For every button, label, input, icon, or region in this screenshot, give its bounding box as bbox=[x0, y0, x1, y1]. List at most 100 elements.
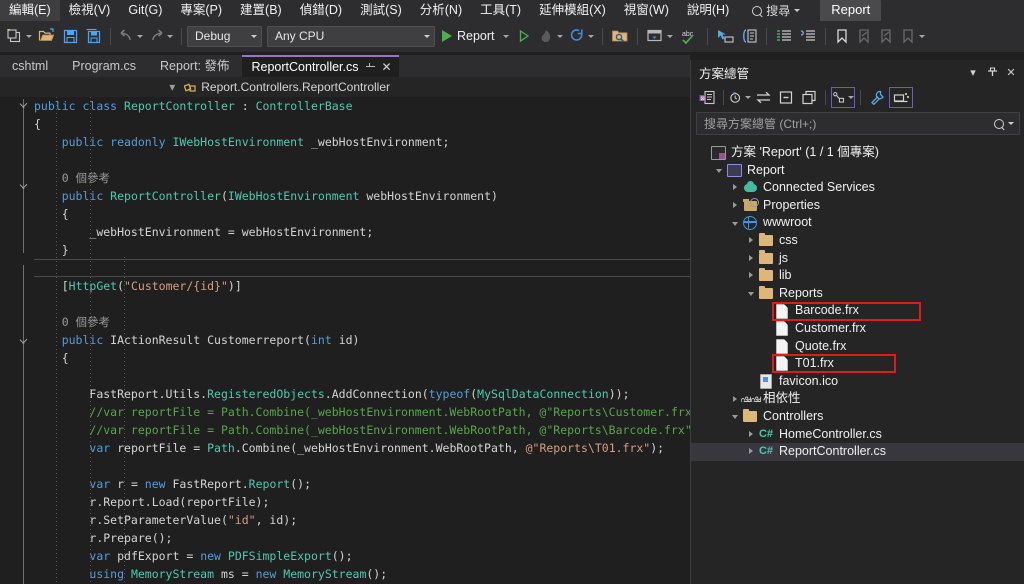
properties-button[interactable] bbox=[866, 87, 888, 108]
hot-reload-button[interactable] bbox=[535, 24, 566, 48]
solution-tree[interactable]: 方案 'Report' (1 / 1 個專案)ReportConnected S… bbox=[691, 144, 1024, 584]
code-line[interactable]: public IActionResult Customerreport(int … bbox=[34, 331, 690, 349]
tree-node[interactable]: C#ReportController.cs bbox=[691, 443, 1024, 461]
pin-icon[interactable] bbox=[366, 63, 375, 72]
code-line[interactable] bbox=[34, 457, 690, 475]
tree-node[interactable]: favicon.ico bbox=[691, 373, 1024, 391]
tree-node[interactable]: T01.frx bbox=[691, 355, 1024, 373]
expand-collapse-icon-closed[interactable] bbox=[729, 181, 742, 194]
code-line[interactable]: r.Report.Load(reportFile); bbox=[34, 493, 690, 511]
restart-button[interactable] bbox=[566, 24, 597, 48]
tree-node[interactable]: 方案 'Report' (1 / 1 個專案) bbox=[691, 144, 1024, 162]
solution-explorer-search-input[interactable]: 搜尋方案總管 (Ctrl+;) bbox=[696, 112, 1020, 135]
tree-node[interactable]: Quote.frx bbox=[691, 338, 1024, 356]
sync-with-active-document-button[interactable] bbox=[752, 87, 774, 108]
indent-button[interactable] bbox=[772, 24, 796, 48]
show-all-files-button[interactable] bbox=[798, 87, 820, 108]
menu-item-5[interactable]: 偵錯(D) bbox=[291, 0, 351, 21]
tree-node[interactable]: js bbox=[691, 250, 1024, 268]
expand-collapse-icon-closed[interactable] bbox=[745, 234, 758, 247]
code-line[interactable] bbox=[34, 151, 690, 169]
code-line[interactable]: _webHostEnvironment = webHostEnvironment… bbox=[34, 223, 690, 241]
start-without-debugging-button[interactable] bbox=[513, 24, 535, 48]
menu-item-7[interactable]: 分析(N) bbox=[411, 0, 471, 21]
menu-item-8[interactable]: 工具(T) bbox=[471, 0, 530, 21]
collapse-all-button[interactable] bbox=[775, 87, 797, 108]
tree-node[interactable]: C#HomeController.cs bbox=[691, 426, 1024, 444]
previous-bookmark-button[interactable] bbox=[853, 24, 875, 48]
code-editor[interactable]: public class ReportController : Controll… bbox=[0, 97, 690, 584]
code-line[interactable]: //var reportFile = Path.Combine(_webHost… bbox=[34, 403, 690, 421]
code-line[interactable]: { bbox=[34, 115, 690, 133]
code-line[interactable]: var pdfExport = new PDFSimpleExport(); bbox=[34, 547, 690, 565]
tree-node[interactable]: Barcode.frx bbox=[691, 302, 1024, 320]
tree-node[interactable]: Reports bbox=[691, 285, 1024, 303]
save-button[interactable] bbox=[59, 24, 82, 48]
pending-changes-button[interactable] bbox=[729, 87, 751, 108]
vs-search-box[interactable]: 搜尋 bbox=[746, 2, 806, 19]
editor-tab-2[interactable]: Report: 發佈 bbox=[148, 55, 241, 77]
editor-tab-1[interactable]: Program.cs bbox=[60, 55, 148, 77]
tree-node[interactable]: wwwroot bbox=[691, 214, 1024, 232]
menu-item-9[interactable]: 延伸模組(X) bbox=[530, 0, 615, 21]
folder-search-button[interactable] bbox=[608, 24, 632, 48]
code-line[interactable]: { bbox=[34, 205, 690, 223]
code-line[interactable]: r.Prepare(); bbox=[34, 529, 690, 547]
code-line[interactable]: public readonly IWebHostEnvironment _web… bbox=[34, 133, 690, 151]
code-text[interactable]: public class ReportController : Controll… bbox=[34, 97, 690, 584]
expand-collapse-icon-open[interactable] bbox=[729, 410, 742, 423]
start-debugging-button[interactable]: Report bbox=[440, 25, 513, 47]
tree-node[interactable]: Connected Services bbox=[691, 179, 1024, 197]
expand-collapse-icon-open[interactable] bbox=[713, 164, 726, 177]
editor-outlining-margin[interactable] bbox=[14, 97, 34, 584]
goto-definition-button[interactable] bbox=[713, 24, 737, 48]
close-icon[interactable]: ✕ bbox=[1003, 64, 1019, 80]
code-line[interactable]: FastReport.Utils.RegisteredObjects.AddCo… bbox=[34, 385, 690, 403]
code-line[interactable]: r.SetParameterValue("id", id); bbox=[34, 511, 690, 529]
dependency-graph-button[interactable] bbox=[831, 87, 855, 108]
expand-collapse-icon-closed[interactable] bbox=[729, 393, 742, 406]
undo-button[interactable] bbox=[116, 24, 146, 48]
menu-item-10[interactable]: 視窗(W) bbox=[615, 0, 678, 21]
code-line[interactable]: public ReportController(IWebHostEnvironm… bbox=[34, 187, 690, 205]
tree-node[interactable]: Customer.frx bbox=[691, 320, 1024, 338]
expand-collapse-icon-closed[interactable] bbox=[729, 199, 742, 212]
toggle-bookmark-button[interactable] bbox=[831, 24, 853, 48]
editor-tab-0[interactable]: cshtml bbox=[0, 55, 60, 77]
tree-node[interactable]: Controllers bbox=[691, 408, 1024, 426]
expand-collapse-icon-open[interactable] bbox=[729, 217, 742, 230]
menu-item-3[interactable]: 專案(P) bbox=[171, 0, 231, 21]
code-line[interactable] bbox=[34, 367, 690, 385]
code-line[interactable]: 0 個參考 bbox=[34, 169, 690, 187]
pin-icon[interactable] bbox=[984, 64, 1000, 80]
collapse-class-chevron[interactable] bbox=[19, 101, 28, 110]
spellcheck-button[interactable]: abc bbox=[676, 24, 702, 48]
close-icon[interactable]: ✕ bbox=[382, 61, 392, 73]
outdent-button[interactable] bbox=[796, 24, 820, 48]
code-line[interactable] bbox=[34, 295, 690, 313]
menu-item-6[interactable]: 測試(S) bbox=[351, 0, 411, 21]
tree-node[interactable]: Report bbox=[691, 162, 1024, 180]
clear-bookmarks-button[interactable] bbox=[897, 24, 928, 48]
panel-dropdown-icon[interactable]: ▾ bbox=[965, 64, 981, 80]
navbar-type-selector[interactable]: ▾ Report.Controllers.ReportController bbox=[169, 80, 390, 94]
code-line[interactable]: 0 個參考 bbox=[34, 313, 690, 331]
solution-configuration-select[interactable]: Debug bbox=[187, 26, 262, 47]
expand-collapse-icon-closed[interactable] bbox=[745, 428, 758, 441]
tree-node[interactable]: css bbox=[691, 232, 1024, 250]
expand-collapse-icon-open[interactable] bbox=[745, 287, 758, 300]
comment-selection-button[interactable] bbox=[737, 24, 761, 48]
menu-item-11[interactable]: 說明(H) bbox=[678, 0, 738, 21]
editor-tab-3[interactable]: ReportController.cs✕ bbox=[242, 55, 399, 77]
expand-collapse-icon-closed[interactable] bbox=[745, 269, 758, 282]
code-view-button[interactable]: ⊠ bbox=[696, 87, 718, 108]
code-line[interactable]: public class ReportController : Controll… bbox=[34, 97, 690, 115]
open-file-button[interactable] bbox=[35, 24, 59, 48]
code-line[interactable]: { bbox=[34, 349, 690, 367]
tree-node[interactable]: ഷഷ相依性 bbox=[691, 390, 1024, 408]
preview-selected-items-button[interactable] bbox=[889, 87, 913, 108]
code-line[interactable]: var r = new FastReport.Report(); bbox=[34, 475, 690, 493]
code-line[interactable]: using MemoryStream ms = new MemoryStream… bbox=[34, 565, 690, 583]
menu-item-0[interactable]: 編輯(E) bbox=[0, 0, 60, 21]
expand-collapse-icon-closed[interactable] bbox=[745, 445, 758, 458]
